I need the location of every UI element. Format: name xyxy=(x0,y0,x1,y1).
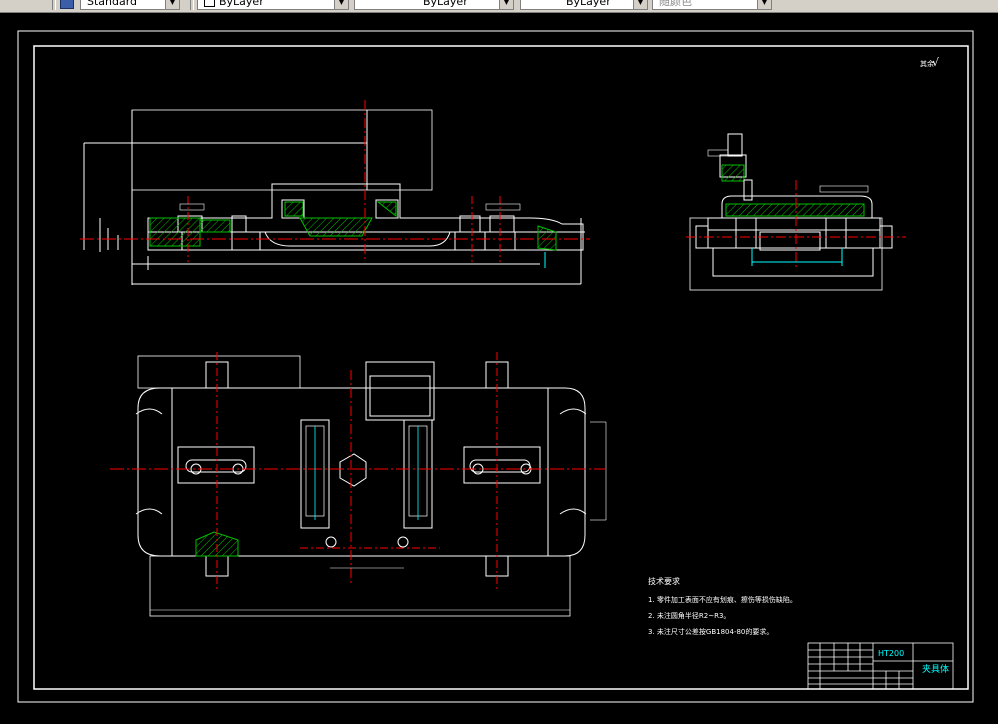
sheet-inner-border xyxy=(33,45,969,690)
tech-title: 技术要求 xyxy=(648,576,680,586)
chevron-down-icon[interactable]: ▼ xyxy=(633,0,647,9)
part-name-label: 夹具体 xyxy=(922,663,949,675)
roughness-note: 其余 √ xyxy=(920,56,940,69)
chevron-down-icon[interactable]: ▼ xyxy=(757,0,771,9)
toolbar-separator xyxy=(52,0,56,10)
tech-note-3: 3. 未注尺寸公差按GB1804-80的要求。 xyxy=(648,627,773,636)
color-swatch xyxy=(204,0,215,7)
linetype-dropdown[interactable]: ByLayer ▼ xyxy=(354,0,514,10)
color-value: ByLayer xyxy=(219,0,264,8)
properties-toolbar: Standard ▼ ByLayer ▼ ByLayer ▼ ByLayer ▼… xyxy=(0,0,998,13)
title-block: HT200 夹具体 xyxy=(807,642,954,690)
cad-drawing: 其余 √ 技术要求 1. 零件加工表面不应有划痕、擦伤等损伤缺陷。 2. 未注圆… xyxy=(17,30,974,703)
lineweight-dropdown[interactable]: ByLayer ▼ xyxy=(520,0,648,10)
lineweight-value: ByLayer xyxy=(566,0,611,8)
top-view xyxy=(110,352,607,617)
roughness-symbol: √ xyxy=(932,56,940,69)
plot-style-dropdown[interactable]: 随颜色 ▼ xyxy=(652,0,772,10)
plot-style-value: 随颜色 xyxy=(659,0,692,8)
chevron-down-icon[interactable]: ▼ xyxy=(334,0,348,9)
front-view xyxy=(80,100,590,285)
drawing-canvas[interactable]: 其余 √ 技术要求 1. 零件加工表面不应有划痕、擦伤等损伤缺陷。 2. 未注圆… xyxy=(0,13,998,720)
color-dropdown[interactable]: ByLayer ▼ xyxy=(197,0,349,10)
text-style-icon[interactable] xyxy=(60,0,74,9)
material-label: HT200 xyxy=(878,649,904,658)
toolbar-separator xyxy=(190,0,194,10)
linetype-value: ByLayer xyxy=(423,0,468,8)
sheet-outer-border xyxy=(17,30,974,703)
tech-note-1: 1. 零件加工表面不应有划痕、擦伤等损伤缺陷。 xyxy=(648,595,797,604)
side-view xyxy=(686,133,906,291)
chevron-down-icon[interactable]: ▼ xyxy=(165,0,179,9)
tech-note-2: 2. 未注圆角半径R2~R3。 xyxy=(648,611,730,620)
technical-requirements: 技术要求 1. 零件加工表面不应有划痕、擦伤等损伤缺陷。 2. 未注圆角半径R2… xyxy=(648,576,797,636)
text-style-value: Standard xyxy=(87,0,138,8)
chevron-down-icon[interactable]: ▼ xyxy=(499,0,513,9)
text-style-dropdown[interactable]: Standard ▼ xyxy=(80,0,180,10)
